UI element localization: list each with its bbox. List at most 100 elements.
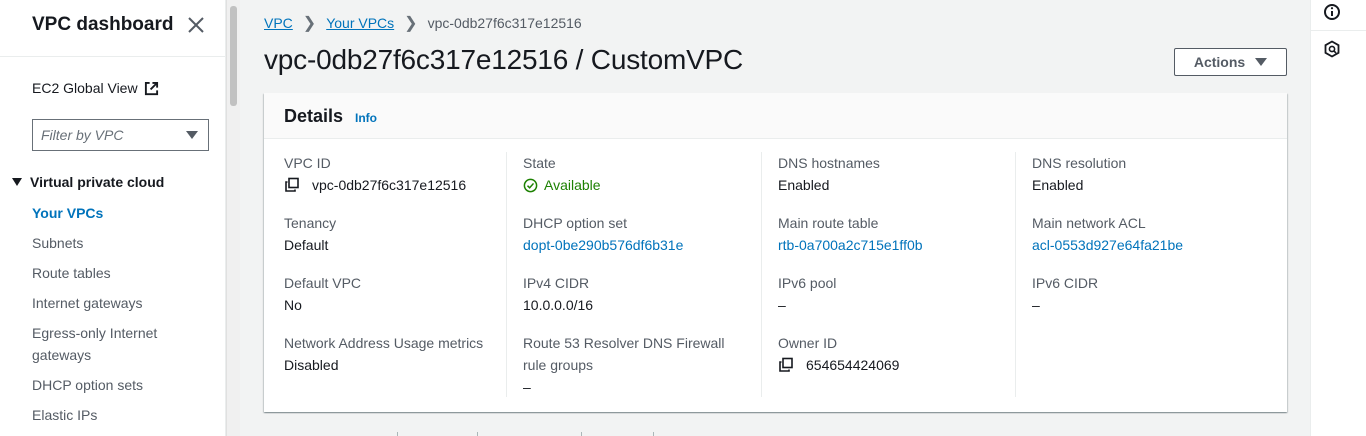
detail-label: Main route table xyxy=(778,215,879,231)
sidebar-item-subnets[interactable]: Subnets xyxy=(32,232,212,254)
detail-label: Network Address Usage metrics xyxy=(284,335,484,351)
detail-value-text: No xyxy=(284,297,302,313)
detail-field: IPv6 CIDR – xyxy=(1032,272,1272,316)
detail-label: Tenancy xyxy=(284,215,337,231)
details-title: Details xyxy=(284,106,344,126)
detail-field: State Available xyxy=(523,152,763,196)
detail-value-text: Available xyxy=(544,177,601,193)
details-column: DNS resolution Enabled Main network ACL acl… xyxy=(1015,152,1269,397)
sidebar-item-elastic-ips[interactable]: Elastic IPs xyxy=(32,404,212,426)
detail-value-text: Default xyxy=(284,237,329,253)
detail-field: VPC ID vpc-0db27f6c317e12516 xyxy=(284,152,524,196)
chevron-right-icon: ❯ xyxy=(404,15,418,32)
detail-label: DNS hostnames xyxy=(778,155,880,171)
detail-field: Tenancy Default xyxy=(284,212,524,256)
close-icon[interactable] xyxy=(186,15,206,35)
detail-value: vpc-0db27f6c317e12516 xyxy=(284,174,524,196)
detail-value-text[interactable]: acl-0553d927e64fa21be xyxy=(1032,234,1183,256)
detail-value: Available xyxy=(523,174,763,196)
detail-value: 654654424069 xyxy=(778,354,1018,376)
sidebar-item-internet-gateways[interactable]: Internet gateways xyxy=(32,292,212,314)
detail-value: 10.0.0.0/16 xyxy=(523,294,763,316)
detail-label: DNS resolution xyxy=(1032,155,1127,171)
sidebar-title: VPC dashboard xyxy=(32,14,174,35)
check-circle-icon xyxy=(523,178,538,192)
detail-value-text: 10.0.0.0/16 xyxy=(523,297,594,313)
detail-label: State xyxy=(523,155,556,171)
detail-value-text[interactable]: dopt-0be290b576df6b31e xyxy=(523,234,683,256)
detail-value-text: 654654424069 xyxy=(806,357,900,373)
detail-value-text: vpc-0db27f6c317e12516 xyxy=(312,177,467,193)
detail-field: Owner ID 654654424069 xyxy=(778,332,1018,376)
ec2-global-view-label[interactable]: EC2 Global View xyxy=(32,80,138,96)
sidebar-item-route-tables[interactable]: Route tables xyxy=(32,262,212,284)
tab-divider xyxy=(581,432,582,436)
detail-value-text: Enabled xyxy=(778,177,830,193)
detail-label: Owner ID xyxy=(778,335,838,351)
detail-value-text: Disabled xyxy=(284,357,339,373)
detail-field: DNS hostnames Enabled xyxy=(778,152,1018,196)
detail-value-link[interactable]: acl-0553d927e64fa21be xyxy=(1032,234,1272,256)
filter-by-vpc-select[interactable]: Filter by VPC xyxy=(32,119,209,151)
sidebar-item-your-vpcs[interactable]: Your VPCs xyxy=(32,202,212,224)
feedback-icon[interactable] xyxy=(1323,40,1341,58)
detail-value: – xyxy=(1032,294,1272,316)
detail-value-link[interactable]: dopt-0be290b576df6b31e xyxy=(523,234,763,256)
chevron-right-icon: ❯ xyxy=(302,15,317,32)
actions-button[interactable]: Actions xyxy=(1174,48,1287,76)
external-link-icon xyxy=(144,81,158,95)
details-column: VPC ID vpc-0db27f6c317e12516 Tenancy Defaul… xyxy=(284,152,538,397)
details-column: DNS hostnames Enabled Main route table rtb-… xyxy=(761,152,1015,397)
rail-divider xyxy=(1311,30,1366,31)
detail-value-text: Enabled xyxy=(1032,177,1084,193)
details-column: State Available DHCP option set dopt-0be290… xyxy=(506,152,760,397)
sidebar-item-dhcp-option-sets[interactable]: DHCP option sets xyxy=(32,374,212,396)
details-header: Details Info xyxy=(264,93,1287,139)
breadcrumb-vpc[interactable]: VPC xyxy=(264,15,293,31)
scrollbar-thumb[interactable] xyxy=(230,6,237,106)
detail-label: Default VPC xyxy=(284,275,362,291)
detail-label: Route 53 Resolver DNS Firewall rule grou… xyxy=(523,335,725,373)
detail-field: DNS resolution Enabled xyxy=(1032,152,1272,196)
detail-field: IPv6 pool – xyxy=(778,272,1018,316)
detail-value-link[interactable]: rtb-0a700a2c715e1ff0b xyxy=(778,234,1018,256)
copy-icon[interactable] xyxy=(284,177,300,193)
copy-icon[interactable] xyxy=(778,357,794,373)
tab-divider xyxy=(397,432,398,436)
detail-value: Default xyxy=(284,234,524,256)
section-virtual-private-cloud[interactable]: Virtual private cloud xyxy=(12,174,164,190)
detail-value: No xyxy=(284,294,524,316)
detail-label: IPv6 CIDR xyxy=(1032,275,1099,291)
detail-label: Main network ACL xyxy=(1032,215,1146,231)
ec2-global-view-link[interactable]: EC2 Global View xyxy=(32,80,159,96)
details-card: Details Info VPC ID vpc-0db27f6c317e12516… xyxy=(264,93,1287,412)
breadcrumb-current: vpc-0db27f6c317e12516 xyxy=(427,15,582,31)
detail-label: IPv4 CIDR xyxy=(523,275,590,291)
tab-divider xyxy=(653,432,654,436)
detail-field: Default VPC No xyxy=(284,272,524,316)
detail-value: Enabled xyxy=(778,174,1018,196)
sidebar-divider xyxy=(0,56,226,57)
detail-value: Disabled xyxy=(284,354,524,376)
detail-value-text: – xyxy=(1032,297,1040,313)
info-icon[interactable] xyxy=(1323,3,1341,21)
info-link[interactable]: Info xyxy=(355,111,377,125)
caret-down-icon xyxy=(186,131,198,139)
detail-value-text: – xyxy=(523,379,531,395)
tools-rail xyxy=(1310,0,1366,436)
breadcrumb-your-vpcs[interactable]: Your VPCs xyxy=(326,15,394,31)
tab-divider xyxy=(477,432,478,436)
sidebar: VPC dashboard EC2 Global View Filter by … xyxy=(0,0,226,436)
detail-field: Main route table rtb-0a700a2c715e1ff0b xyxy=(778,212,1018,256)
detail-field: IPv4 CIDR 10.0.0.0/16 xyxy=(523,272,763,316)
breadcrumb: VPC ❯ Your VPCs ❯ vpc-0db27f6c317e12516 xyxy=(264,13,582,33)
detail-value-text: – xyxy=(778,297,786,313)
detail-value-text[interactable]: rtb-0a700a2c715e1ff0b xyxy=(778,234,923,256)
sidebar-item-egress-only-internet-gateways[interactable]: Egress-only Internet gateways xyxy=(32,322,172,366)
sidebar-scrollbar[interactable] xyxy=(226,0,240,436)
caret-down-icon xyxy=(12,178,22,186)
detail-field: DHCP option set dopt-0be290b576df6b31e xyxy=(523,212,763,256)
page-title: vpc-0db27f6c317e12516 / CustomVPC xyxy=(264,44,744,75)
section-label: Virtual private cloud xyxy=(30,174,165,190)
caret-down-icon xyxy=(1255,58,1268,66)
